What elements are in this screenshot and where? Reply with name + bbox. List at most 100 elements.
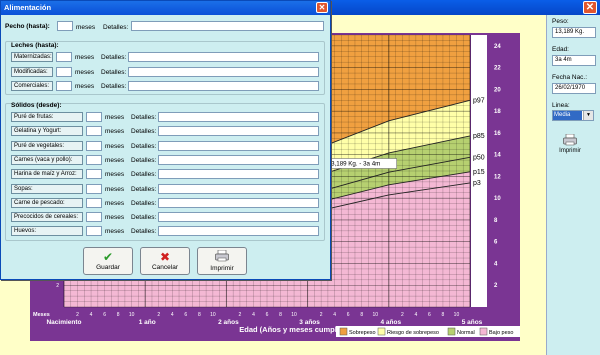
solidos-meses-input[interactable] xyxy=(86,154,102,165)
legend-swatch xyxy=(377,327,386,336)
curve-label-p3: p3 xyxy=(473,180,481,187)
solidos-detalles-input[interactable] xyxy=(158,197,319,208)
solidos-detalles-input[interactable] xyxy=(158,112,319,122)
leches-detalles-input[interactable] xyxy=(128,52,319,62)
linea-label: Linea: xyxy=(552,102,570,109)
solidos-detalles-input[interactable] xyxy=(158,140,319,151)
solidos-unit: meses xyxy=(105,142,125,150)
x-minor-tick: 6 xyxy=(184,312,187,318)
main-print-button[interactable]: Imprimir xyxy=(552,133,588,160)
x-minor-tick: 6 xyxy=(428,312,431,318)
dialog-print-label: Imprimir xyxy=(210,265,234,272)
solidos-meses-input[interactable] xyxy=(86,112,102,122)
right-info-panel xyxy=(546,15,600,355)
solidos-item-label: Harina de maíz y Arroz: xyxy=(11,169,83,180)
solidos-detalles-label: Detalles: xyxy=(131,228,157,236)
x-minor-tick: 4 xyxy=(252,312,255,318)
solidos-meses-input[interactable] xyxy=(86,140,102,151)
solidos-detalles-label: Detalles: xyxy=(131,128,157,136)
x-minor-tick: 4 xyxy=(171,312,174,318)
legend-entry: Bajo peso xyxy=(489,330,513,336)
x-minor-tick: 2 xyxy=(157,312,160,318)
solidos-item-label: Carne de pescado: xyxy=(11,197,83,208)
solidos-item-label: Sopas: xyxy=(11,183,83,194)
legend-entry: Sobrepeso xyxy=(349,330,376,336)
dialog-print-button[interactable]: Imprimir xyxy=(197,247,247,275)
y-tick-label: 4 xyxy=(494,261,498,267)
chevron-down-icon[interactable]: ▼ xyxy=(583,111,593,120)
solidos-meses-input[interactable] xyxy=(86,226,102,237)
leches-meses-input[interactable] xyxy=(56,66,72,77)
printer-icon xyxy=(198,249,246,265)
y-tick-label: 14 xyxy=(494,153,501,159)
y-tick-label: 24 xyxy=(494,44,501,50)
leches-detalles-input[interactable] xyxy=(128,81,319,91)
leches-meses-input[interactable] xyxy=(56,81,72,91)
solidos-detalles-input[interactable] xyxy=(158,183,319,194)
leches-meses-input[interactable] xyxy=(56,52,72,62)
solidos-meses-input[interactable] xyxy=(86,169,102,180)
x-minor-tick: 8 xyxy=(360,312,363,318)
solidos-meses-input[interactable] xyxy=(86,126,102,137)
y-tick-label: 2 xyxy=(494,283,498,289)
x-minor-tick: 8 xyxy=(117,312,120,318)
x-minor-tick: 4 xyxy=(414,312,417,318)
curve-label-p85: p85 xyxy=(473,133,485,140)
pecho-label: Pecho (hasta): xyxy=(5,23,50,30)
curve-label-p15: p15 xyxy=(473,169,485,176)
leches-detalles-label: Detalles: xyxy=(101,54,127,61)
fecha-nac-value: 26/02/1970 xyxy=(552,83,596,94)
curve-label-p50: p50 xyxy=(473,154,485,161)
leches-unit: meses xyxy=(75,68,95,76)
y-tick-label: 20 xyxy=(494,87,501,93)
solidos-meses-input[interactable] xyxy=(86,212,102,223)
solidos-detalles-input[interactable] xyxy=(158,126,319,137)
solidos-detalles-input[interactable] xyxy=(158,212,319,223)
leches-unit: meses xyxy=(75,83,95,90)
cancelar-button[interactable]: ✖ Cancelar xyxy=(140,247,190,275)
y-tick-label: 16 xyxy=(494,131,501,137)
main-print-label: Imprimir xyxy=(559,148,581,154)
x-minor-tick: 6 xyxy=(347,312,350,318)
x-minor-tick: 4 xyxy=(90,312,93,318)
x-major-label: Nacimiento xyxy=(46,319,81,326)
legend-swatch xyxy=(479,327,488,336)
curve-label-p97: p97 xyxy=(473,97,485,104)
pecho-unit: meses xyxy=(76,24,96,31)
solidos-unit: meses xyxy=(105,114,125,121)
pecho-detalles-input[interactable] xyxy=(131,21,324,31)
solidos-detalles-input[interactable] xyxy=(158,226,319,237)
linea-select[interactable]: Media ▼ xyxy=(552,110,594,121)
pecho-meses-input[interactable] xyxy=(57,21,73,31)
solidos-meses-input[interactable] xyxy=(86,197,102,208)
x-major-label: 2 años xyxy=(218,319,239,326)
y-tick-label: 8 xyxy=(494,218,498,224)
solidos-detalles-label: Detalles: xyxy=(131,114,157,121)
solidos-detalles-label: Detalles: xyxy=(131,185,157,193)
x-minor-tick: 2 xyxy=(401,312,404,318)
x-minor-tick: 10 xyxy=(210,312,216,318)
dialog-close-button[interactable]: ✕ xyxy=(316,2,328,13)
solidos-title: Sólidos (desde): xyxy=(11,102,62,109)
legend-entry: Normal xyxy=(457,330,475,336)
leches-item-label: Modificadas: xyxy=(11,66,53,77)
guardar-button[interactable]: ✔ Guardar xyxy=(83,247,133,275)
solidos-meses-input[interactable] xyxy=(86,183,102,194)
solidos-unit: meses xyxy=(105,171,125,179)
solidos-detalles-input[interactable] xyxy=(158,154,319,165)
y-tick-label: 10 xyxy=(494,196,501,202)
fecha-nac-label: Fecha Nac.: xyxy=(552,74,588,81)
leches-detalles-input[interactable] xyxy=(128,66,319,77)
leches-detalles-label: Detalles: xyxy=(101,68,127,76)
leches-detalles-label: Detalles: xyxy=(101,83,127,90)
solidos-item-label: Carnes (vaca y pollo): xyxy=(11,154,83,165)
legend-swatch xyxy=(339,327,348,336)
solidos-detalles-label: Detalles: xyxy=(131,156,157,164)
solidos-detalles-input[interactable] xyxy=(158,169,319,180)
x-unit-label: Meses xyxy=(33,312,50,318)
x-major-label: 5 años xyxy=(462,319,483,326)
main-close-button[interactable]: ✕ xyxy=(583,1,597,14)
leches-unit: meses xyxy=(75,54,95,61)
y-tick-label: 12 xyxy=(494,174,501,180)
x-minor-tick: 8 xyxy=(198,312,201,318)
